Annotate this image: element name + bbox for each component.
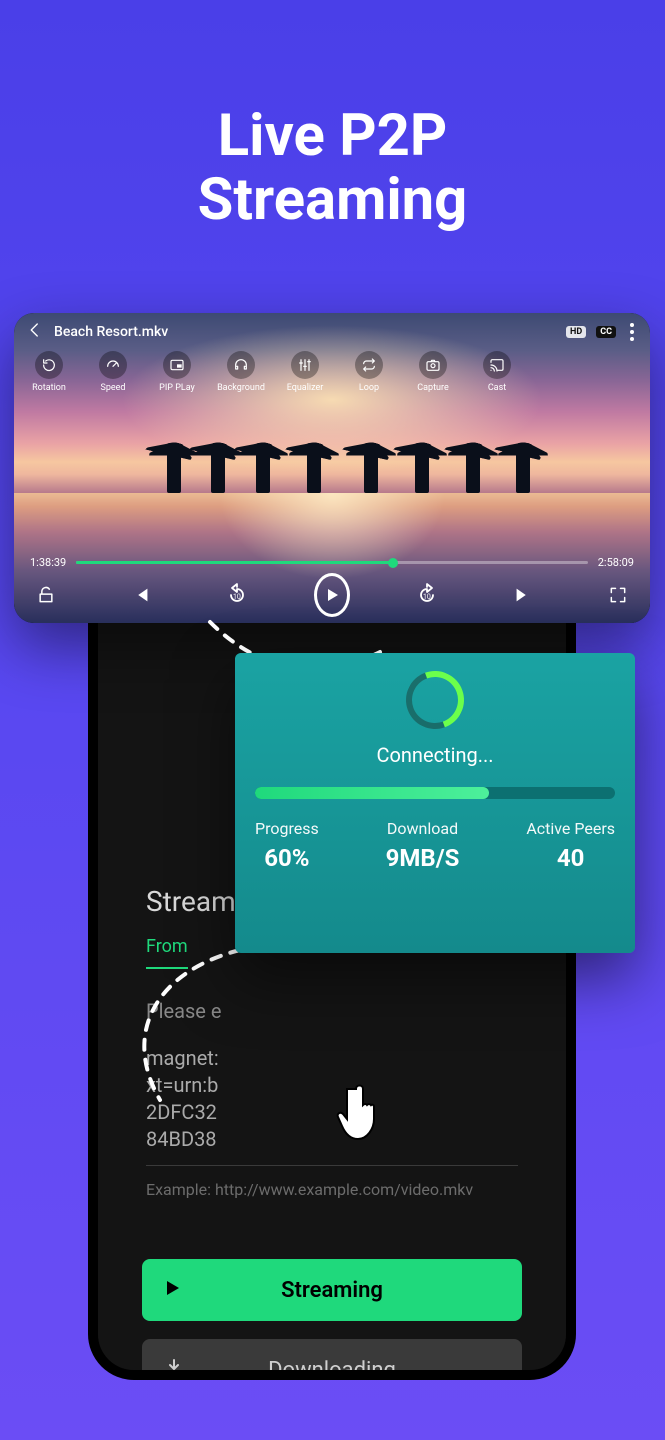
palm-icon [415, 447, 429, 493]
hero-line1: Live P2P [0, 105, 665, 169]
rewind-10-button[interactable]: 10 [219, 577, 255, 613]
magnet-l1: magnet: [146, 1045, 554, 1072]
palm-icon [364, 447, 378, 493]
downloading-button[interactable]: Downloading [142, 1339, 522, 1380]
tool-label: Loop [359, 383, 379, 393]
streaming-button-label: Streaming [281, 1278, 383, 1303]
stat-download: Download 9MB/S [386, 819, 460, 872]
video-filename: Beach Resort.mkv [54, 324, 168, 340]
tool-label: PIP PLay [159, 383, 195, 393]
progress-fill [255, 787, 489, 799]
video-player: Beach Resort.mkv HD CC Rotation Speed PI… [14, 313, 650, 623]
back-icon[interactable] [26, 321, 44, 343]
hand-cursor-icon [336, 1083, 384, 1143]
download-icon [164, 1357, 184, 1380]
download-label: Download [386, 819, 460, 838]
spinner-icon [396, 661, 473, 738]
loop-icon [355, 351, 383, 379]
enter-label: Please e [146, 999, 554, 1023]
connecting-popup: Connecting... Progress 60% Download 9MB/… [235, 653, 635, 953]
time-total: 2:58:09 [598, 556, 634, 569]
hd-badge[interactable]: HD [566, 326, 586, 338]
seek-knob[interactable] [388, 558, 398, 568]
tool-speed[interactable]: Speed [90, 351, 136, 393]
next-button[interactable] [505, 577, 541, 613]
status-text: Connecting... [255, 743, 615, 767]
streaming-button[interactable]: Streaming [142, 1259, 522, 1321]
download-value: 9MB/S [386, 844, 460, 872]
tool-pip[interactable]: PIP PLay [154, 351, 200, 393]
cast-icon [483, 351, 511, 379]
tool-label: Speed [100, 383, 125, 393]
palm-icon [167, 447, 181, 493]
tool-capture[interactable]: Capture [410, 351, 456, 393]
tab-from[interactable]: From [146, 936, 188, 969]
equalizer-icon [291, 351, 319, 379]
seek-fill [76, 561, 393, 564]
progress-bar [255, 787, 615, 799]
hero-title: Live P2P Streaming [0, 0, 665, 233]
seek-bar[interactable] [76, 561, 588, 564]
cc-badge[interactable]: CC [596, 326, 616, 338]
tool-loop[interactable]: Loop [346, 351, 392, 393]
progress-label: Progress [255, 819, 319, 838]
palm-icon [307, 447, 321, 493]
forward-10-button[interactable]: 10 [409, 577, 445, 613]
svg-text:10: 10 [233, 593, 241, 601]
progress-value: 60% [255, 844, 319, 872]
svg-text:10: 10 [423, 593, 431, 601]
tool-label: Cast [488, 383, 506, 393]
hero-line2: Streaming [0, 169, 665, 233]
play-button[interactable] [314, 577, 350, 613]
palm-icon [466, 447, 480, 493]
stat-peers: Active Peers 40 [526, 819, 615, 872]
lock-button[interactable] [28, 577, 64, 613]
tool-background[interactable]: Background [218, 351, 264, 393]
tool-rotation[interactable]: Rotation [26, 351, 72, 393]
camera-icon [419, 351, 447, 379]
play-icon [314, 573, 350, 617]
tool-equalizer[interactable]: Equalizer [282, 351, 328, 393]
time-current: 1:38:39 [30, 556, 66, 569]
peers-label: Active Peers [526, 819, 615, 838]
fullscreen-button[interactable] [600, 577, 636, 613]
tool-label: Rotation [32, 383, 66, 393]
prev-button[interactable] [123, 577, 159, 613]
headphones-icon [227, 351, 255, 379]
speed-icon [99, 351, 127, 379]
tool-label: Background [217, 383, 265, 393]
palm-icon [256, 447, 270, 493]
pip-icon [163, 351, 191, 379]
divider [146, 1165, 518, 1166]
palm-icon [211, 447, 225, 493]
stat-progress: Progress 60% [255, 819, 319, 872]
play-icon [164, 1278, 182, 1303]
more-icon[interactable] [626, 323, 638, 341]
tool-cast[interactable]: Cast [474, 351, 520, 393]
rotation-icon [35, 351, 63, 379]
peers-value: 40 [526, 844, 615, 872]
tool-label: Equalizer [287, 383, 324, 393]
example-text: Example: http://www.example.com/video.mk… [146, 1180, 554, 1199]
tool-label: Capture [417, 383, 448, 393]
palm-icon [516, 447, 530, 493]
downloading-button-label: Downloading [268, 1358, 396, 1381]
